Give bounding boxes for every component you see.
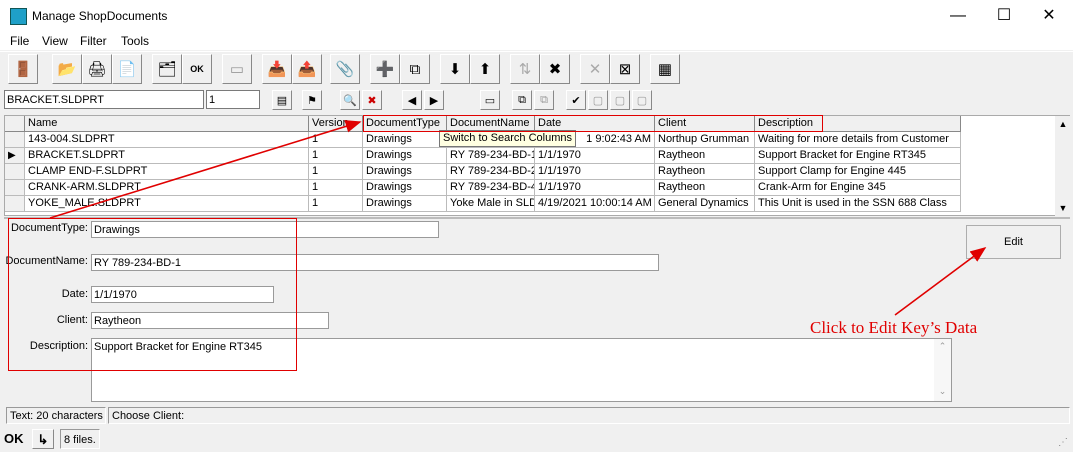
annotation-arrows bbox=[49, 120, 987, 316]
annotation-text: Click to Edit Key’s Data bbox=[810, 318, 978, 337]
arrow-to-edit bbox=[894, 247, 987, 316]
arrow-to-columns bbox=[49, 120, 362, 219]
